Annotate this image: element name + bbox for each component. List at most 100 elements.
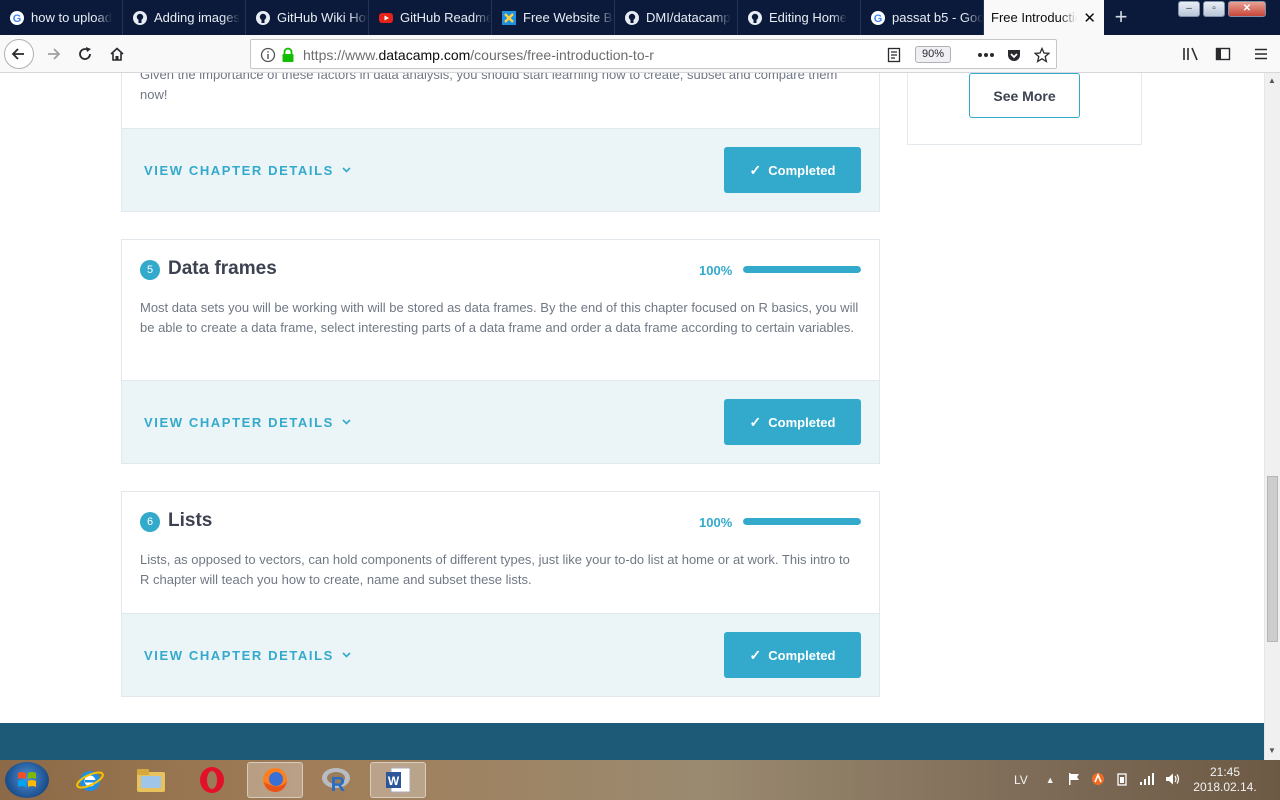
opera-icon[interactable]: [184, 762, 240, 798]
progress-bar: [743, 266, 861, 273]
info-icon[interactable]: [259, 46, 277, 64]
details-label: VIEW CHAPTER DETAILS: [144, 648, 334, 663]
progress-bar-fill: [743, 266, 861, 273]
completed-button[interactable]: ✓ Completed: [724, 399, 861, 445]
completed-label: Completed: [768, 162, 836, 178]
close-tab-icon[interactable]: ✕: [1083, 9, 1096, 27]
github-icon: [747, 10, 763, 26]
sidebar-toggle-icon[interactable]: [1208, 39, 1238, 69]
start-button[interactable]: [5, 762, 49, 798]
chapter-footer: VIEW CHAPTER DETAILS ✓ Completed: [122, 128, 879, 211]
tab-title: Adding images: [154, 10, 240, 25]
chapter-title[interactable]: Lists: [168, 510, 212, 532]
checkmark-icon: ✓: [749, 161, 762, 178]
reader-view-icon[interactable]: [885, 46, 903, 64]
chapter-description: Lists, as opposed to vectors, can hold c…: [140, 552, 850, 587]
tab-adding-images[interactable]: Adding images: [123, 0, 246, 35]
zoom-indicator[interactable]: 90%: [915, 46, 951, 63]
site-footer: [0, 723, 1264, 760]
browser-tab-strip: G how to upload Adding images GitHub Wik…: [0, 0, 1280, 35]
pocket-icon[interactable]: [1005, 46, 1023, 64]
forward-icon[interactable]: [38, 39, 68, 69]
tab-title: passat b5 - Google: [892, 10, 983, 25]
volume-icon[interactable]: [1165, 772, 1181, 789]
chapter-number: 6: [140, 512, 160, 532]
tab-how-to-upload[interactable]: G how to upload: [0, 0, 123, 35]
checkmark-icon: ✓: [749, 413, 762, 430]
page-actions-icon[interactable]: [977, 46, 995, 64]
file-explorer-icon[interactable]: [123, 762, 179, 798]
menu-icon[interactable]: [1246, 39, 1276, 69]
scroll-up-icon[interactable]: ▲: [1268, 76, 1276, 85]
chevron-down-icon: [342, 165, 351, 176]
tab-editing-home[interactable]: Editing Home: [738, 0, 861, 35]
bookmark-star-icon[interactable]: [1033, 46, 1051, 64]
tab-title: DMI/datacamp: [646, 10, 731, 25]
firefox-icon[interactable]: [247, 762, 303, 798]
view-chapter-details-link[interactable]: VIEW CHAPTER DETAILS: [144, 163, 351, 178]
progress-bar: [743, 518, 861, 525]
tab-free-website-builder[interactable]: Free Website Builder: [492, 0, 615, 35]
internet-explorer-icon[interactable]: [62, 762, 118, 798]
details-label: VIEW CHAPTER DETAILS: [144, 163, 334, 178]
system-clock[interactable]: 21:45 2018.02.14.: [1192, 765, 1258, 795]
completed-button[interactable]: ✓ Completed: [724, 147, 861, 193]
tab-passat-b5[interactable]: G passat b5 - Google: [861, 0, 984, 35]
home-icon[interactable]: [102, 39, 132, 69]
library-icon[interactable]: [1176, 39, 1206, 69]
page-content: Given the importance of these factors in…: [0, 73, 1264, 760]
tab-title: GitHub Readme: [400, 10, 491, 25]
network-signal-icon[interactable]: [1139, 772, 1155, 789]
word-icon[interactable]: W: [370, 762, 426, 798]
r-icon[interactable]: R: [308, 762, 364, 798]
github-icon: [132, 10, 148, 26]
close-window-icon[interactable]: ✕: [1228, 1, 1266, 17]
tray-expand-icon[interactable]: ▲: [1046, 775, 1055, 785]
scroll-down-icon[interactable]: ▼: [1268, 746, 1276, 755]
chapter-title[interactable]: Data frames: [168, 258, 277, 280]
youtube-icon: [378, 10, 394, 26]
url-prefix: https://www.: [303, 47, 379, 63]
tab-title: Free Introduction: [991, 10, 1077, 25]
view-chapter-details-link[interactable]: VIEW CHAPTER DETAILS: [144, 415, 351, 430]
back-icon[interactable]: [4, 39, 34, 69]
tab-github-readme[interactable]: GitHub Readme: [369, 0, 492, 35]
new-tab-icon[interactable]: +: [1108, 5, 1134, 31]
page-scrollbar[interactable]: ▲ ▼: [1264, 73, 1280, 760]
windows-taskbar: R W LV ▲ 21:45 2018.02.14.: [0, 760, 1280, 800]
completed-button[interactable]: ✓ Completed: [724, 632, 861, 678]
see-more-button[interactable]: See More: [969, 73, 1080, 118]
reload-icon[interactable]: [70, 39, 100, 69]
tab-dmi-datacamp[interactable]: DMI/datacamp: [615, 0, 738, 35]
tab-free-introduction[interactable]: Free Introduction ✕: [984, 0, 1104, 35]
maximize-icon[interactable]: ▫: [1203, 1, 1225, 17]
tab-github-wiki[interactable]: GitHub Wiki How: [246, 0, 369, 35]
progress-percent: 100%: [699, 263, 733, 278]
url-text: https://www.datacamp.com/courses/free-in…: [303, 47, 654, 63]
scrollbar-thumb[interactable]: [1267, 476, 1278, 642]
avast-icon[interactable]: [1091, 772, 1105, 789]
completed-label: Completed: [768, 414, 836, 430]
language-indicator[interactable]: LV: [1014, 773, 1028, 787]
github-icon: [624, 10, 640, 26]
chapter-card-5: 5 Data frames 100% Most data sets you wi…: [121, 239, 880, 464]
url-bar[interactable]: https://www.datacamp.com/courses/free-in…: [250, 39, 1057, 69]
website-builder-icon: [501, 10, 517, 26]
checkmark-icon: ✓: [749, 646, 762, 663]
chevron-down-icon: [342, 650, 351, 661]
system-tray: LV ▲: [1014, 760, 1181, 800]
details-label: VIEW CHAPTER DETAILS: [144, 415, 334, 430]
sidebar-box: See More: [907, 73, 1142, 145]
progress-percent: 100%: [699, 515, 733, 530]
power-icon[interactable]: [1115, 772, 1129, 789]
clock-time: 21:45: [1209, 765, 1241, 779]
svg-text:R: R: [331, 774, 346, 795]
chevron-down-icon: [342, 417, 351, 428]
url-path: /courses/free-introduction-to-r: [470, 47, 654, 63]
action-center-flag-icon[interactable]: [1067, 772, 1081, 789]
navigation-toolbar: https://www.datacamp.com/courses/free-in…: [0, 35, 1280, 73]
lock-icon[interactable]: [279, 46, 297, 64]
view-chapter-details-link[interactable]: VIEW CHAPTER DETAILS: [144, 648, 351, 663]
svg-text:G: G: [13, 13, 22, 25]
minimize-icon[interactable]: –: [1178, 1, 1200, 17]
